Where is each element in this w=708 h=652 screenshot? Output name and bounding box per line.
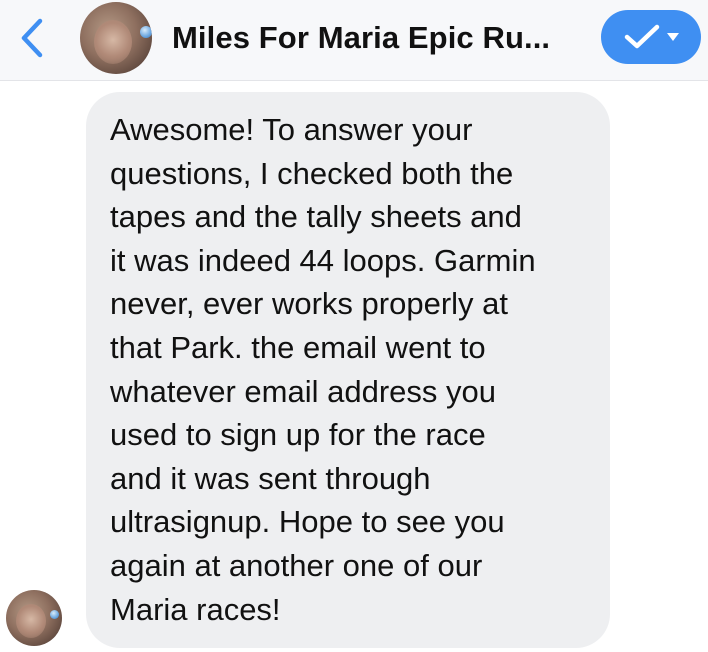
message-text: Awesome! To answer your questions, I che…	[110, 112, 536, 627]
caret-down-icon	[667, 33, 679, 41]
sender-avatar[interactable]	[6, 590, 62, 646]
back-button[interactable]	[12, 14, 52, 62]
contact-avatar[interactable]	[80, 2, 152, 74]
conversation-header: Miles For Maria Epic Ru...	[0, 0, 708, 81]
chevron-left-icon	[21, 18, 43, 58]
message-bubble[interactable]: Awesome! To answer your questions, I che…	[86, 92, 610, 648]
avatar-face	[94, 20, 132, 64]
status-dropdown-button[interactable]	[601, 10, 701, 64]
avatar-face	[16, 604, 46, 638]
avatar-badge-icon	[140, 26, 152, 38]
avatar-badge-icon	[50, 610, 59, 619]
conversation-title[interactable]: Miles For Maria Epic Ru...	[172, 20, 550, 56]
checkmark-icon	[624, 24, 660, 49]
